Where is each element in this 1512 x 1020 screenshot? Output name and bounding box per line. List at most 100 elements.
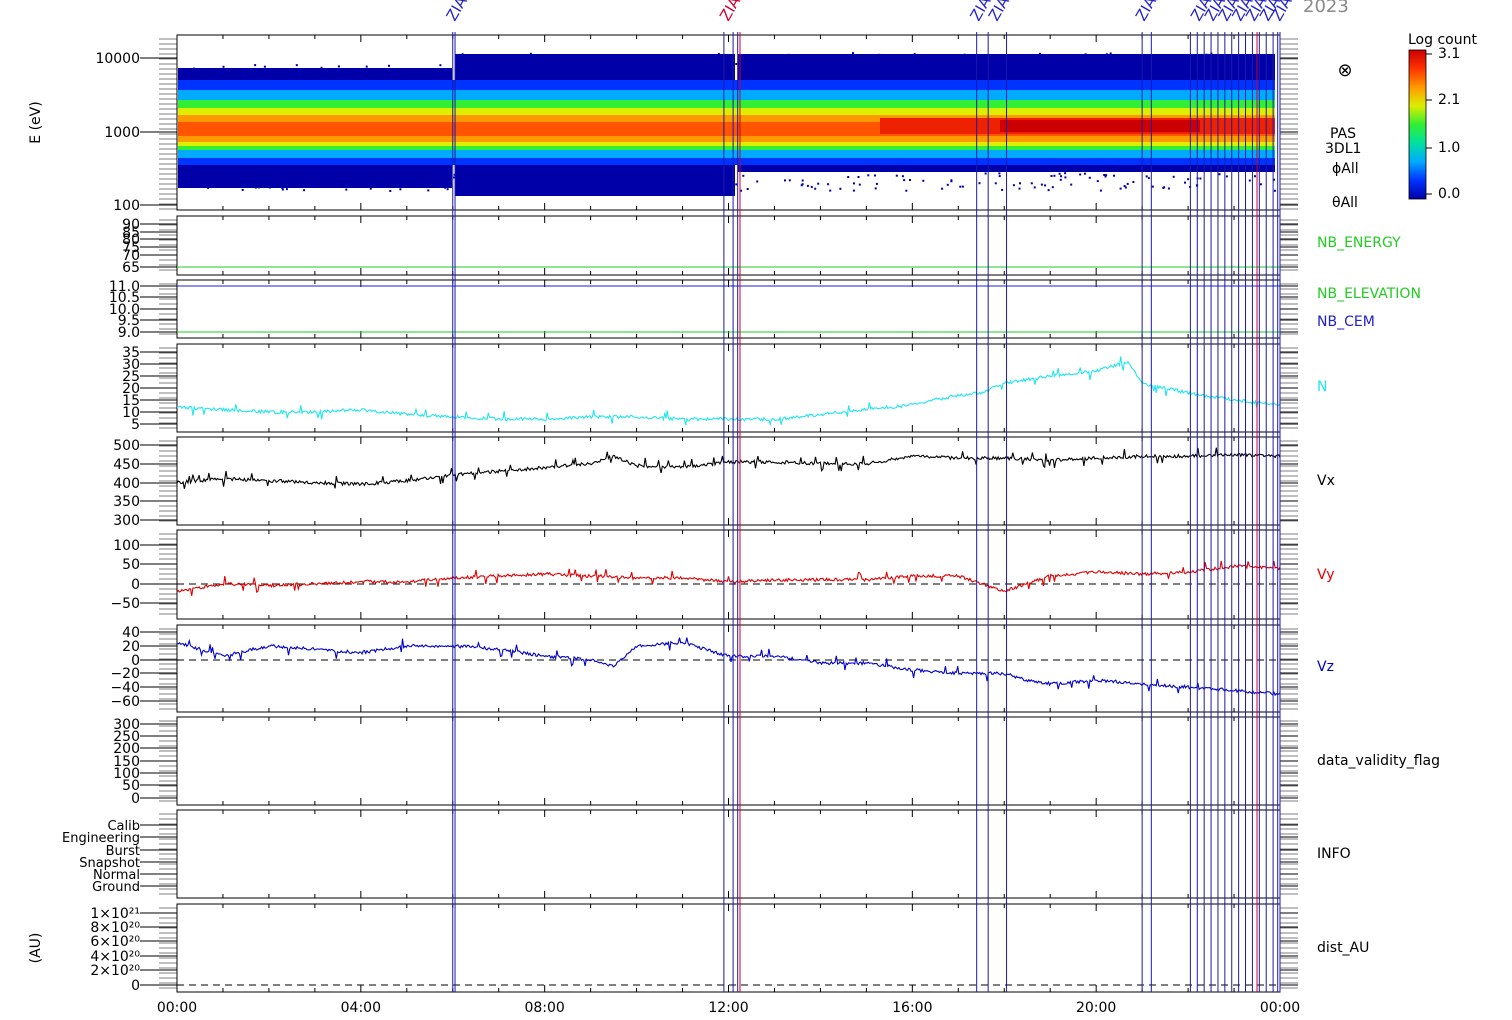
spectrogram-speckle — [366, 66, 368, 68]
spectrogram-speckle — [847, 176, 849, 178]
spectrogram-speckle — [281, 187, 283, 189]
event-marker-label: ZIAS — [1132, 0, 1165, 24]
spectrogram-speckle — [1079, 174, 1081, 176]
spectrogram-speckle — [964, 54, 966, 56]
spectrogram-speckle — [1113, 175, 1115, 177]
spectrogram-speckle — [511, 61, 513, 63]
spectrogram-speckle — [1085, 53, 1087, 55]
spectrogram-speckle — [653, 60, 655, 62]
spectrogram-speckle — [543, 176, 545, 178]
spectrogram-speckle — [439, 64, 441, 66]
spectrogram-speckle — [626, 178, 628, 180]
spectrogram-speckle — [718, 53, 720, 55]
spectrogram-speckle — [831, 66, 833, 68]
spectrogram-speckle — [324, 183, 326, 185]
spectrogram-speckle — [345, 189, 347, 191]
panel-frame-info — [177, 810, 1280, 898]
ytick-label: −60 — [110, 694, 140, 710]
spectrogram-speckle — [522, 66, 524, 68]
spectrogram-speckle — [878, 65, 880, 67]
panel-label-vy: Vy — [1317, 567, 1335, 583]
spectrogram-speckle — [1148, 177, 1150, 179]
spectrogram-speckle — [1199, 178, 1201, 180]
spectrogram-speckle — [221, 184, 223, 186]
axis-label-dist: (AU) — [28, 933, 44, 964]
spectrogram-speckle — [527, 185, 529, 187]
spectrogram-speckle — [943, 65, 945, 67]
spectrogram-speckle — [811, 186, 813, 188]
spectrogram-speckle — [1125, 187, 1127, 189]
spectrogram-speckle — [541, 54, 543, 56]
spectrogram-speckle — [806, 58, 808, 60]
spectrogram-speckle — [264, 66, 266, 68]
spectrogram-speckle — [896, 175, 898, 177]
energy-spectrogram — [178, 52, 1276, 196]
spectrogram-speckle — [1163, 55, 1165, 57]
spectrogram-speckle — [288, 185, 290, 187]
spectrogram-speckle — [1042, 56, 1044, 58]
spectrogram-speckle — [287, 174, 289, 176]
spectrogram-speckle — [255, 187, 257, 189]
spectrogram-speckle — [547, 58, 549, 60]
spectrogram-speckle — [1249, 180, 1251, 182]
xtick-label: 00:00 — [157, 1000, 197, 1016]
spectrogram-speckle — [1019, 182, 1021, 184]
spectrogram-speckle — [1168, 188, 1170, 190]
spectrogram-band — [1000, 120, 1200, 132]
spectrogram-speckle — [876, 183, 878, 185]
spectrogram-speckle — [216, 180, 218, 182]
spectrogram-speckle — [899, 57, 901, 59]
spectrogram-speckle — [756, 181, 758, 183]
panel-label-validity: data_validity_flag — [1317, 753, 1440, 769]
spectrogram-speckle — [587, 58, 589, 60]
series-line-vx — [177, 448, 1280, 489]
spectrogram-speckle — [303, 181, 305, 183]
panel-frame-vz — [177, 625, 1280, 712]
panel-label-info: INFO — [1317, 846, 1351, 862]
spectrogram-speckle — [1036, 56, 1038, 58]
spectrogram-speckle — [604, 58, 606, 60]
spectrogram-speckle — [291, 176, 293, 178]
spectrogram-speckle — [540, 66, 542, 68]
panel-label-spectrogram: ϕAll — [1332, 161, 1359, 177]
spectrogram-speckle — [852, 52, 854, 54]
spectrogram-speckle — [342, 173, 344, 175]
spectrogram-speckle — [427, 189, 429, 191]
xtick-label: 16:00 — [892, 1000, 932, 1016]
spectrogram-speckle — [516, 54, 518, 56]
spectrogram-speckle — [359, 176, 361, 178]
spectrogram-speckle — [399, 188, 401, 190]
ytick-label: 1000 — [104, 125, 140, 141]
spectrogram-speckle — [493, 58, 495, 60]
spectrogram-speckle — [520, 63, 522, 65]
spectrogram-speckle — [1059, 173, 1061, 175]
spectrogram-speckle — [204, 183, 206, 185]
spectrogram-speckle — [475, 55, 477, 57]
ytick-label: 0 — [131, 978, 140, 994]
spectrogram-speckle — [960, 65, 962, 67]
spectrogram-speckle — [893, 61, 895, 63]
ytick-label: −50 — [110, 596, 140, 612]
spectrogram-speckle — [735, 63, 737, 65]
spectrogram-speckle — [549, 61, 551, 63]
spectrogram-speckle — [1132, 61, 1134, 63]
spectrogram-speckle — [729, 55, 731, 57]
spectrogram-speckle — [985, 173, 987, 175]
spectrogram-speckle — [1173, 176, 1175, 178]
spectrogram-speckle — [277, 186, 279, 188]
panel-frame-vy — [177, 530, 1280, 619]
spectrogram-speckle — [525, 182, 527, 184]
spectrogram-speckle — [1064, 176, 1066, 178]
spectrogram-speckle — [679, 64, 681, 66]
spectrogram-speckle — [628, 65, 630, 67]
ytick-label: 6×10²⁰ — [90, 934, 140, 950]
spectrogram-speckle — [1260, 183, 1262, 185]
ion-overview-plot: 100001000100PAS3DL1ϕAllθAllE (eV)⊗908580… — [0, 0, 1512, 1020]
spectrogram-speckle — [1114, 67, 1116, 69]
spectrogram-speckle — [225, 175, 227, 177]
spectrogram-speckle — [611, 54, 613, 56]
spectrogram-speckle — [388, 65, 390, 67]
spectrogram-speckle — [490, 57, 492, 59]
spectrogram-speckle — [774, 61, 776, 63]
spectrogram-speckle — [447, 188, 449, 190]
